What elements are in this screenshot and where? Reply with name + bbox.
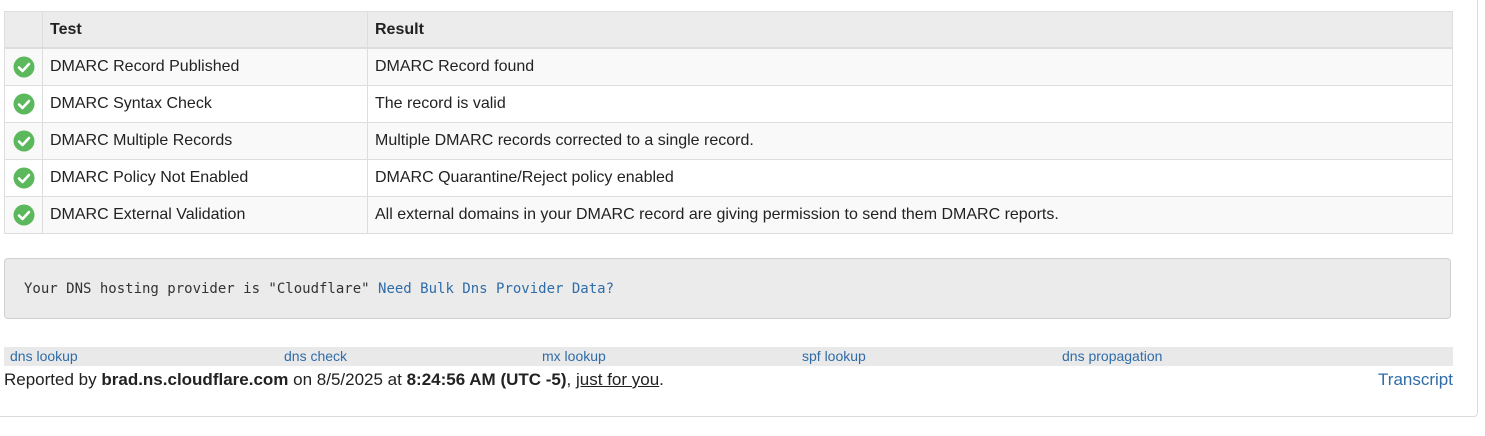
result-column-header: Result [367, 11, 1453, 49]
report-date: on 8/5/2025 at [293, 370, 402, 389]
period: . [659, 370, 664, 389]
test-name-cell: DMARC Record Published [42, 47, 368, 86]
check-circle-icon [13, 130, 34, 152]
test-name-cell: DMARC External Validation [42, 196, 368, 234]
status-cell [4, 122, 43, 160]
check-circle-icon [13, 93, 34, 115]
status-cell [4, 85, 43, 123]
transcript-link[interactable]: Transcript [1378, 369, 1453, 391]
check-circle-icon [13, 204, 34, 226]
table-row: DMARC Syntax Check The record is valid [4, 85, 1453, 123]
test-name-cell: DMARC Multiple Records [42, 122, 368, 160]
result-cell: The record is valid [367, 85, 1453, 123]
dns-provider-box: Your DNS hosting provider is "Cloudflare… [4, 258, 1451, 319]
status-cell [4, 47, 43, 86]
dns-propagation-link[interactable]: dns propagation [1062, 347, 1162, 366]
table-row: DMARC Multiple Records Multiple DMARC re… [4, 122, 1453, 160]
table-row: DMARC External Validation All external d… [4, 196, 1453, 234]
status-column-header [4, 11, 43, 49]
result-cell: All external domains in your DMARC recor… [367, 196, 1453, 234]
report-footer: Reported by brad.ns.cloudflare.com on 8/… [4, 369, 1453, 391]
result-cell: DMARC Record found [367, 47, 1453, 86]
dns-provider-text: Your DNS hosting provider is "Cloudflare… [24, 281, 370, 297]
result-cell: DMARC Quarantine/Reject policy enabled [367, 159, 1453, 197]
tools-links-bar: dns lookup dns check mx lookup spf looku… [4, 347, 1453, 366]
mx-lookup-link[interactable]: mx lookup [542, 347, 606, 366]
results-panel: Test Result DMARC Record Published DMARC… [0, 0, 1478, 417]
comma: , [566, 370, 572, 389]
spf-lookup-link[interactable]: spf lookup [802, 347, 866, 366]
check-circle-icon [13, 56, 34, 78]
reporting-server: brad.ns.cloudflare.com [101, 370, 289, 389]
check-circle-icon [13, 167, 34, 189]
test-column-header: Test [42, 11, 368, 49]
status-cell [4, 196, 43, 234]
just-for-you-link[interactable]: just for you [576, 370, 659, 389]
reported-by-label: Reported by [4, 370, 97, 389]
table-row: DMARC Record Published DMARC Record foun… [4, 47, 1453, 86]
dns-lookup-link[interactable]: dns lookup [10, 347, 78, 366]
dmarc-results-table: Test Result DMARC Record Published DMARC… [4, 11, 1453, 234]
table-row: DMARC Policy Not Enabled DMARC Quarantin… [4, 159, 1453, 197]
table-header-row: Test Result [4, 11, 1453, 49]
bulk-dns-provider-link[interactable]: Need Bulk Dns Provider Data? [378, 281, 614, 297]
test-name-cell: DMARC Policy Not Enabled [42, 159, 368, 197]
result-cell: Multiple DMARC records corrected to a si… [367, 122, 1453, 160]
status-cell [4, 159, 43, 197]
test-name-cell: DMARC Syntax Check [42, 85, 368, 123]
report-time: 8:24:56 AM (UTC -5) [406, 370, 567, 389]
dns-check-link[interactable]: dns check [284, 347, 347, 366]
